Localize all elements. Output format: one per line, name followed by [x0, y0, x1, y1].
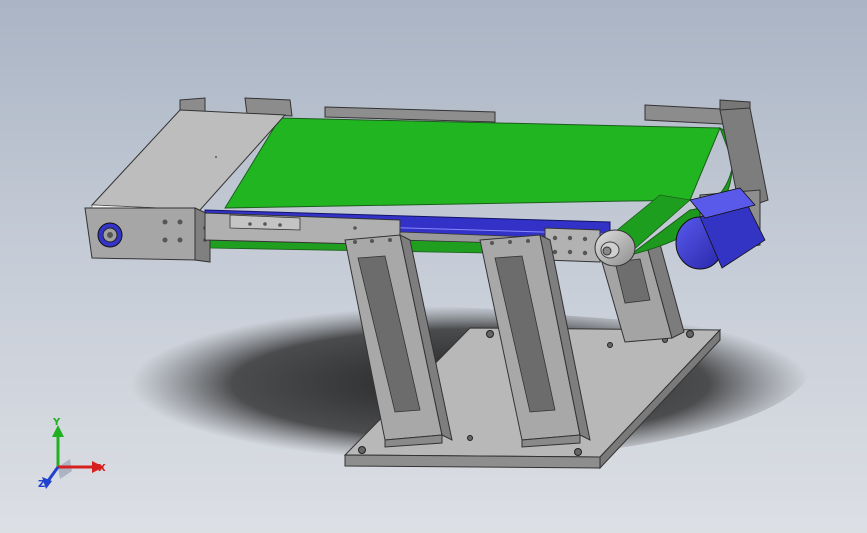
triad-y-label: Y	[52, 417, 61, 428]
cad-graphics-viewport[interactable]: Y X Z	[0, 0, 867, 533]
triad-plane	[58, 459, 72, 479]
triad-x-label: X	[98, 463, 106, 474]
drive-roller	[594, 229, 636, 267]
idler-end-block	[84, 207, 211, 263]
conveyor-assembly-model[interactable]	[0, 0, 867, 533]
view-orientation-triad-icon[interactable]: Y X Z	[36, 415, 116, 495]
triad-z-label: Z	[38, 479, 45, 490]
triad-z-axis	[46, 466, 60, 482]
